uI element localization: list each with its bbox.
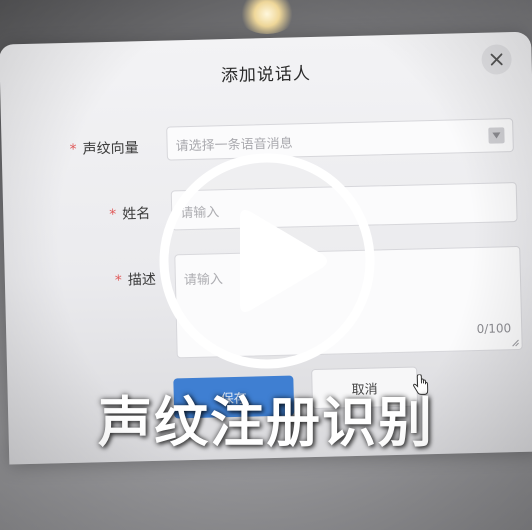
description-label: 描述 (127, 271, 157, 289)
voiceprint-label-row: * 声纹向量 (69, 137, 139, 159)
required-mark: * (69, 141, 77, 158)
char-counter: 0/100 (476, 321, 512, 337)
play-icon[interactable] (154, 148, 380, 374)
name-label: 姓名 (122, 205, 151, 223)
resize-handle-icon[interactable] (509, 337, 519, 347)
dropdown-arrow-icon (488, 127, 505, 144)
dialog-title: 添加说话人 (220, 64, 312, 87)
close-icon (490, 53, 503, 66)
name-label-row: * 姓名 (109, 203, 150, 224)
description-label-row: * 描述 (115, 269, 156, 290)
voiceprint-label: 声纹向量 (82, 140, 139, 158)
required-mark: * (114, 272, 123, 289)
ceiling-light-glare (238, 0, 296, 34)
required-mark: * (109, 206, 117, 223)
video-caption: 声纹注册识别 (98, 391, 434, 454)
